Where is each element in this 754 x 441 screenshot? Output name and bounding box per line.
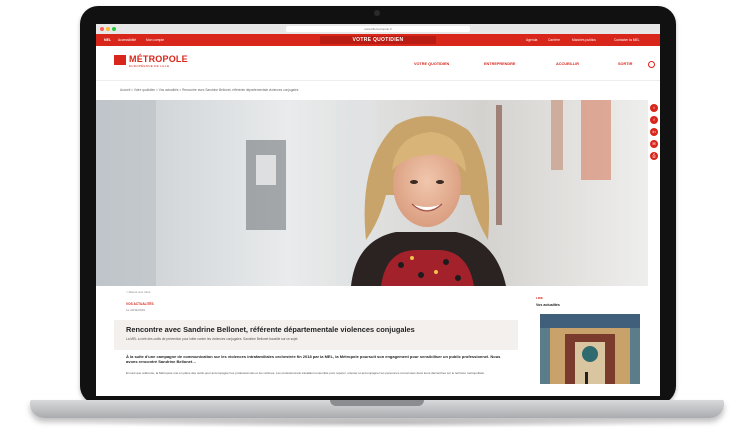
laptop-screen: www.lillemetropole.fr MEL Accessibilité … xyxy=(96,24,660,396)
address-bar[interactable]: www.lillemetropole.fr xyxy=(286,26,470,32)
hero-photo xyxy=(96,100,648,286)
site-topbar: MEL Accessibilité Mon compte VOTRE QUOTI… xyxy=(96,34,660,46)
topbar-item-contact[interactable]: Contacter la MEL xyxy=(614,37,639,43)
news-thumbnail[interactable] xyxy=(540,314,640,384)
back-link[interactable]: < Retour aux infos xyxy=(126,290,150,294)
article-title: Rencontre avec Sandrine Bellonet, référe… xyxy=(126,325,415,334)
article-body: En tant que référente, la Métropole met … xyxy=(126,371,485,375)
logo-mark-icon[interactable] xyxy=(114,55,126,65)
breadcrumb[interactable]: Accueil > Votre quotidien > Vos actualit… xyxy=(120,88,298,92)
nav-votre-quotidien[interactable]: VOTRE QUOTIDIEN xyxy=(414,62,449,66)
sidebar-category: LIRE xyxy=(536,296,543,300)
print-icon[interactable]: ⎙ xyxy=(650,152,658,160)
topbar-item-account[interactable]: Mon compte xyxy=(146,37,164,43)
topbar-item-agenda[interactable]: Agenda xyxy=(526,37,537,43)
topbar-item-marches[interactable]: Marchés publics xyxy=(572,37,596,43)
close-window-icon[interactable] xyxy=(100,27,104,31)
article-date: Le 22/11/2019 xyxy=(126,308,145,312)
article-subtitle: La MEL a créé des outils de prévention p… xyxy=(126,337,299,341)
nav-accueillir[interactable]: ACCUEILLIR xyxy=(556,62,579,66)
email-icon[interactable]: ✉ xyxy=(650,140,658,148)
topbar-item-accessibility[interactable]: Accessibilité xyxy=(118,37,136,43)
search-icon[interactable] xyxy=(648,61,655,68)
facebook-icon[interactable]: f xyxy=(650,116,658,124)
linkedin-icon[interactable]: in xyxy=(650,128,658,136)
topbar-item-mel[interactable]: MEL xyxy=(104,37,111,43)
maximize-window-icon[interactable] xyxy=(112,27,116,31)
site-header: MÉTROPOLE EUROPÉENNE DE LILLE VOTRE QUOT… xyxy=(96,46,660,81)
laptop-shadow xyxy=(60,418,694,428)
article-lead: À la suite d'une campagne de communicati… xyxy=(126,354,501,364)
sidebar-title[interactable]: Vos actualités xyxy=(536,303,560,307)
nav-entreprendre[interactable]: ENTREPRENDRE xyxy=(484,62,515,66)
nav-sortir[interactable]: SORTIR xyxy=(618,62,632,66)
topbar-item-carriere[interactable]: Carrière xyxy=(548,37,560,43)
portrait-photo xyxy=(96,100,648,286)
minimize-window-icon[interactable] xyxy=(106,27,110,31)
topbar-votre-quotidien[interactable]: VOTRE QUOTIDIEN xyxy=(320,36,436,44)
logo-wordmark[interactable]: MÉTROPOLE xyxy=(129,54,188,64)
ornate-interior-image xyxy=(540,314,640,384)
camera-icon xyxy=(374,10,380,16)
article-category[interactable]: VOS ACTUALITÉS xyxy=(126,302,154,306)
logo-tagline: EUROPÉENNE DE LILLE xyxy=(129,64,170,68)
twitter-icon[interactable]: t xyxy=(650,104,658,112)
laptop-notch xyxy=(330,400,424,406)
